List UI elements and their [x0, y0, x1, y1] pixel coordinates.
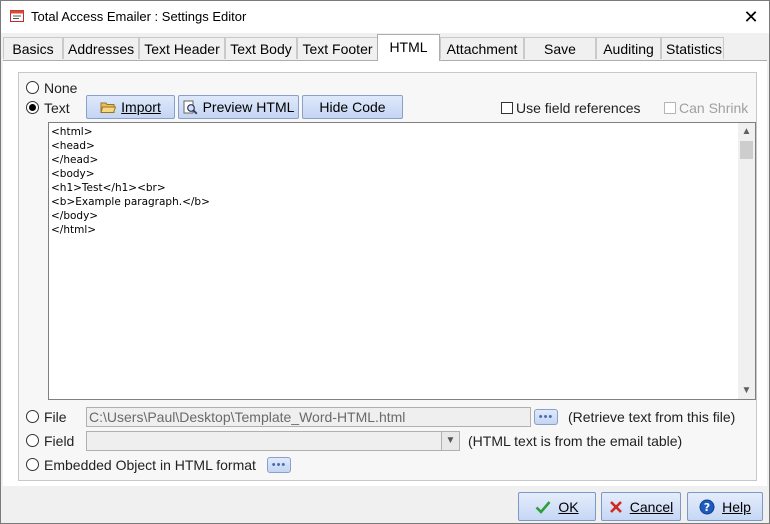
tab-text-body[interactable]: Text Body: [225, 37, 297, 59]
file-path-input[interactable]: C:\Users\Paul\Desktop\Template_Word-HTML…: [86, 407, 531, 427]
tab-bar: Basics Addresses Text Header Text Body T…: [1, 34, 769, 79]
import-button[interactable]: Import: [86, 95, 175, 119]
chevron-down-icon[interactable]: ▼: [441, 432, 459, 450]
scroll-up-icon[interactable]: ▲: [738, 123, 755, 140]
hide-code-label: Hide Code: [319, 99, 386, 115]
cancel-label: Cancel: [629, 498, 674, 515]
code-line: <b>Example paragraph.</b>: [51, 196, 210, 208]
tab-attachment[interactable]: Attachment: [440, 37, 524, 59]
app-icon: [10, 10, 24, 22]
file-label: File: [44, 409, 67, 425]
import-label: Import: [121, 99, 161, 115]
text-radio[interactable]: [26, 101, 39, 114]
code-line: <head>: [51, 140, 95, 152]
none-label: None: [44, 80, 78, 96]
svg-text:?: ?: [704, 501, 710, 514]
scroll-thumb[interactable]: [740, 141, 753, 159]
ok-button[interactable]: OK: [518, 492, 596, 521]
html-code-editor[interactable]: <html> <head> </head> <body> <h1>Test</h…: [48, 122, 756, 400]
cancel-x-icon: [609, 500, 622, 513]
can-shrink-checkbox[interactable]: [664, 102, 676, 114]
field-note: (HTML text is from the email table): [468, 433, 683, 449]
cancel-button[interactable]: Cancel: [601, 492, 681, 521]
tab-basics[interactable]: Basics: [3, 37, 63, 59]
embedded-object-button[interactable]: •••: [267, 457, 291, 473]
help-icon: ?: [699, 499, 715, 514]
use-field-references-checkbox[interactable]: [501, 102, 513, 114]
scroll-down-icon[interactable]: ▼: [738, 382, 755, 399]
html-code-text[interactable]: <html> <head> </head> <body> <h1>Test</h…: [51, 125, 210, 237]
text-label: Text: [44, 100, 70, 116]
field-select[interactable]: ▼: [86, 431, 460, 451]
title-bar: Total Access Emailer : Settings Editor ✕: [1, 1, 769, 33]
close-icon: ✕: [743, 6, 759, 27]
code-line: <html>: [51, 126, 93, 138]
window-title: Total Access Emailer : Settings Editor: [31, 9, 247, 24]
can-shrink-label: Can Shrink: [679, 100, 749, 116]
use-field-references-label: Use field references: [516, 100, 641, 116]
help-label: Help: [722, 498, 751, 515]
embedded-radio[interactable]: [26, 458, 39, 471]
folder-open-icon: [100, 102, 117, 113]
file-note: (Retrieve text from this file): [568, 409, 736, 425]
tab-addresses[interactable]: Addresses: [63, 37, 139, 59]
code-line: </body>: [51, 210, 99, 222]
code-line: <body>: [51, 168, 95, 180]
tab-auditing[interactable]: Auditing: [596, 37, 661, 59]
preview-html-button[interactable]: Preview HTML: [178, 95, 299, 119]
preview-magnifier-icon: [183, 100, 198, 114]
checkmark-icon: [535, 500, 551, 514]
tab-statistics[interactable]: Statistics: [661, 37, 724, 59]
file-radio[interactable]: [26, 410, 39, 423]
none-radio[interactable]: [26, 81, 39, 94]
embedded-label: Embedded Object in HTML format: [44, 457, 256, 473]
ellipsis-icon: •••: [271, 459, 287, 471]
field-label: Field: [44, 433, 75, 449]
hide-code-button[interactable]: Hide Code: [302, 95, 403, 119]
field-radio[interactable]: [26, 434, 39, 447]
tab-save-files[interactable]: Save Files: [524, 37, 596, 79]
tab-text-header[interactable]: Text Header: [139, 37, 225, 59]
code-line: <h1>Test</h1><br>: [51, 182, 166, 194]
ok-label: OK: [558, 498, 579, 515]
close-button[interactable]: ✕: [733, 1, 769, 33]
editor-vertical-scrollbar[interactable]: ▲ ▼: [738, 123, 755, 399]
html-tab-panel: None Text Import Preview HTML Hide Code …: [3, 60, 767, 486]
tab-text-footer[interactable]: Text Footer: [297, 37, 378, 59]
code-line: </html>: [51, 224, 97, 236]
html-source-frame: None Text Import Preview HTML Hide Code …: [18, 72, 757, 481]
help-button[interactable]: ? Help: [687, 492, 763, 521]
code-line: </head>: [51, 154, 99, 166]
browse-file-button[interactable]: •••: [534, 409, 558, 425]
settings-editor-window: Total Access Emailer : Settings Editor ✕…: [0, 0, 770, 524]
ellipsis-icon: •••: [538, 411, 554, 423]
tab-html[interactable]: HTML: [377, 34, 440, 61]
preview-html-label: Preview HTML: [202, 99, 295, 115]
